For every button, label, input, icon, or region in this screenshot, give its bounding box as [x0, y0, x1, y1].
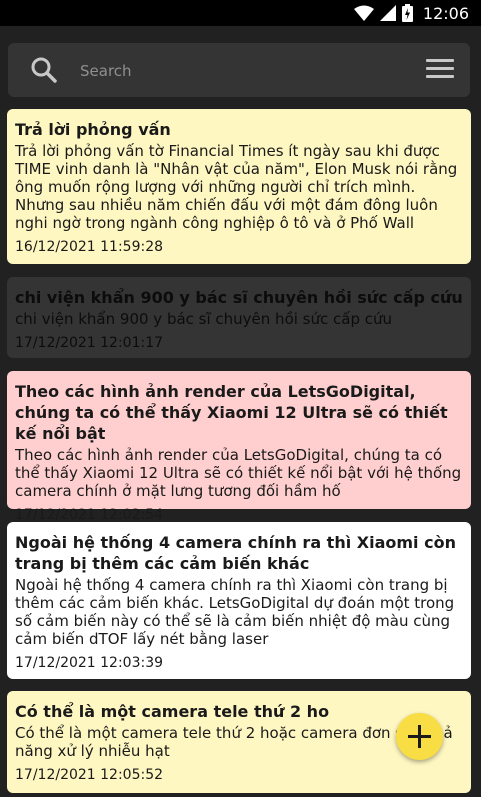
- note-date: 16/12/2021 11:59:28: [15, 239, 164, 255]
- note-date: 17/12/2021 12:03:39: [15, 655, 164, 671]
- note-body: Ngoài hệ thống 4 camera chính ra thì Xia…: [15, 576, 455, 648]
- note-title: Có thể là một camera tele thứ 2 ho: [15, 702, 330, 721]
- wifi-icon: [353, 5, 374, 21]
- note-title: Ngoài hệ thống 4 camera chính ra thì Xia…: [15, 533, 456, 573]
- note-body: chi viện khẩn 900 y bác sĩ chuyên hồi sứ…: [15, 310, 393, 328]
- note-title: Trả lời phỏng vấn: [15, 120, 171, 139]
- menu-line: [426, 67, 454, 70]
- cell-signal-icon: [379, 5, 396, 21]
- search-bar: [8, 43, 470, 97]
- status-time: 12:06: [422, 3, 469, 23]
- menu-line: [426, 75, 454, 78]
- note-title: chi viện khẩn 900 y bác sĩ chuyên hồi sứ…: [15, 288, 463, 307]
- status-icons: 12:06: [353, 3, 469, 23]
- search-input[interactable]: [78, 58, 412, 84]
- note-date: 17/12/2021 12:01:17: [15, 335, 164, 351]
- menu-icon[interactable]: [426, 59, 454, 81]
- note-date: 17/12/2021 12:05:52: [15, 767, 164, 783]
- status-bar: 12:06: [0, 0, 481, 26]
- note-body: Trả lời phỏng vấn tờ Financial Times ít …: [15, 142, 458, 232]
- add-note-button[interactable]: [396, 713, 443, 760]
- menu-line: [426, 59, 454, 62]
- note-title: Theo các hình ảnh render của LetsGoDigit…: [15, 382, 448, 443]
- note-card-4[interactable]: Ngoài hệ thống 4 camera chính ra thì Xia…: [7, 522, 471, 679]
- battery-icon: [401, 4, 413, 22]
- note-card-3[interactable]: Theo các hình ảnh render của LetsGoDigit…: [7, 371, 471, 523]
- note-card-1[interactable]: Trả lời phỏng vấn Trả lời phỏng vấn tờ F…: [7, 109, 471, 264]
- note-card-2[interactable]: chi viện khẩn 900 y bác sĩ chuyên hồi sứ…: [7, 277, 471, 358]
- plus-icon: [408, 725, 431, 748]
- search-icon[interactable]: [30, 56, 58, 84]
- note-body: Theo các hình ảnh render của LetsGoDigit…: [15, 446, 462, 500]
